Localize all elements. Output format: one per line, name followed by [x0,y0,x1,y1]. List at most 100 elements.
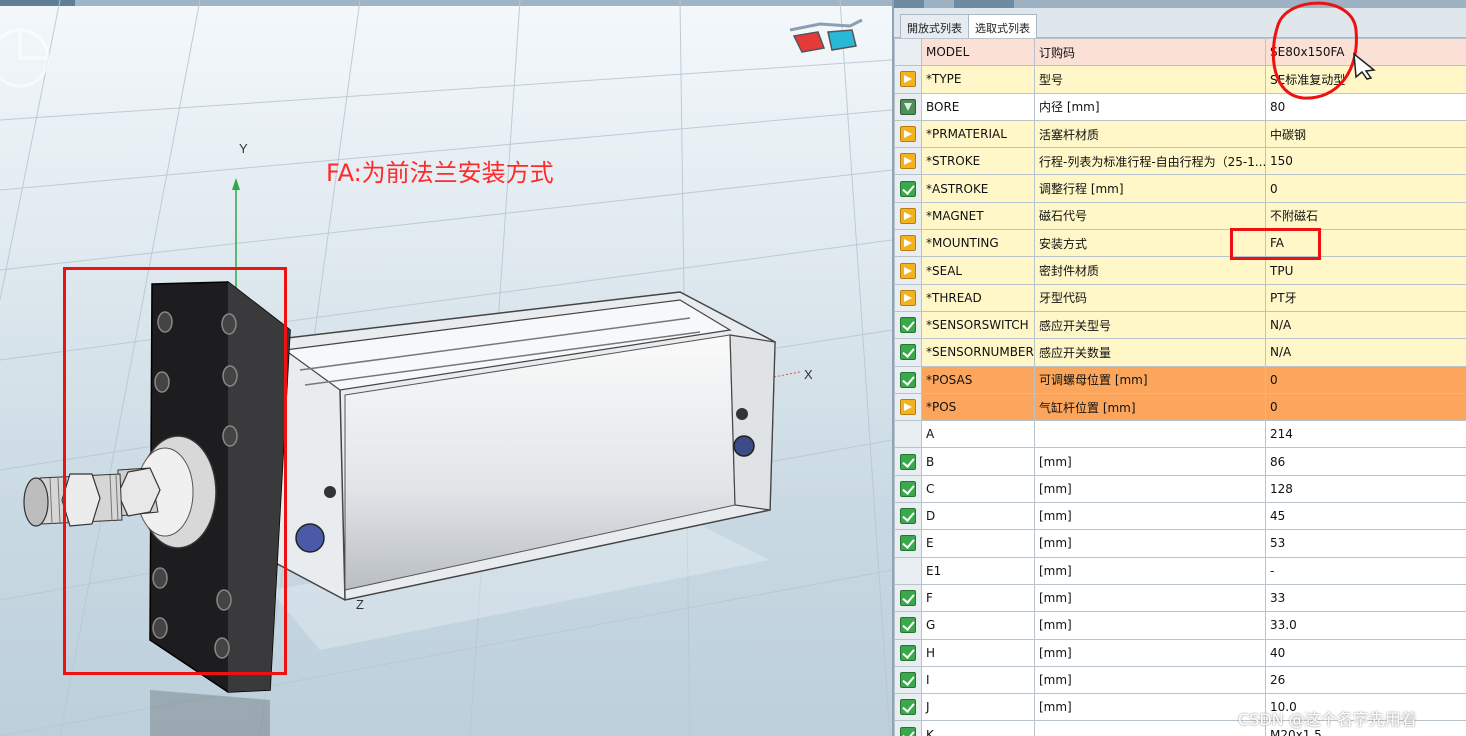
checkbox-checked-icon[interactable] [900,508,916,525]
arrow-right-icon[interactable] [900,207,916,224]
param-value-cell[interactable]: 33.0 [1265,611,1466,640]
table-row[interactable]: I [mm] 26 [894,665,1466,695]
table-row[interactable]: *THREAD 牙型代码 PT牙 [894,283,1466,312]
row-status-cell[interactable] [894,474,922,504]
view-cube-icon[interactable] [0,28,50,88]
row-status-cell[interactable] [894,65,922,94]
arrow-right-icon[interactable] [900,153,916,170]
param-name-cell: A [921,420,1035,449]
table-row[interactable]: *SENSORSWITCH 感应开关型号 N/A [894,310,1466,340]
table-row[interactable]: *PRMATERIAL 活塞杆材质 中碳钢 [894,119,1466,149]
row-status-cell[interactable] [894,665,922,695]
param-value-cell[interactable]: 不附磁石 [1265,201,1466,231]
filter-icon[interactable] [900,98,916,115]
tab-select-list[interactable]: 选取式列表 [968,14,1037,38]
row-status-cell[interactable] [894,420,922,449]
param-value-cell[interactable]: 40 [1265,638,1466,667]
checkbox-checked-icon[interactable] [900,726,916,736]
param-value-cell[interactable]: 128 [1265,474,1466,504]
table-row[interactable]: E1 [mm] - [894,556,1466,585]
checkbox-checked-icon[interactable] [900,453,916,470]
checkbox-checked-icon[interactable] [900,699,916,716]
arrow-right-icon[interactable] [900,262,916,279]
param-desc-cell: [mm] [1034,693,1266,722]
row-status-cell[interactable] [894,447,922,476]
table-row[interactable]: BORE 内径 [mm] 80 [894,92,1466,121]
table-row[interactable]: *SENSORNUMBER 感应开关数量 N/A [894,338,1466,367]
param-value-cell[interactable]: 0 [1265,174,1466,203]
table-row[interactable]: *MAGNET 磁石代号 不附磁石 [894,201,1466,231]
row-status-cell[interactable] [894,147,922,176]
table-row[interactable]: H [mm] 40 [894,638,1466,667]
row-status-cell[interactable] [894,638,922,667]
param-value-cell[interactable]: - [1265,556,1466,585]
row-status-cell[interactable] [894,310,922,340]
table-row[interactable]: F [mm] 33 [894,583,1466,613]
param-value-cell[interactable]: 150 [1265,147,1466,176]
arrow-right-icon[interactable] [900,71,916,88]
arrow-right-icon[interactable] [900,126,916,143]
arrow-right-icon[interactable] [900,289,916,306]
stereo-glasses-icon[interactable] [789,18,863,53]
param-value-cell[interactable]: 53 [1265,529,1466,558]
arrow-right-icon[interactable] [900,399,916,415]
table-row[interactable]: C [mm] 128 [894,474,1466,504]
param-value-cell[interactable]: 0 [1265,365,1466,394]
table-row[interactable]: D [mm] 45 [894,502,1466,531]
table-row[interactable]: A 214 [894,420,1466,449]
row-status-cell[interactable] [894,119,922,149]
param-desc-cell [1034,420,1266,449]
row-status-cell[interactable] [894,583,922,613]
row-status-cell[interactable] [894,256,922,285]
row-status-cell[interactable] [894,365,922,394]
row-status-cell[interactable] [894,229,922,258]
param-value-cell[interactable]: PT牙 [1265,283,1466,312]
3d-viewport[interactable]: Y X Z FA:为前法兰安装方式 [0,0,892,736]
param-value-cell[interactable]: 214 [1265,420,1466,449]
table-row[interactable]: *MOUNTING 安装方式 FA [894,229,1466,258]
table-row[interactable]: G [mm] 33.0 [894,611,1466,640]
table-row[interactable]: *SEAL 密封件材质 TPU [894,256,1466,285]
checkbox-checked-icon[interactable] [900,671,916,688]
param-value-cell[interactable]: 86 [1265,447,1466,476]
checkbox-checked-icon[interactable] [900,535,916,552]
checkbox-checked-icon[interactable] [900,371,916,388]
row-status-cell[interactable] [894,529,922,558]
table-row[interactable]: *POS 气缸杆位置 [mm] 0 [894,392,1466,422]
param-name-cell: *THREAD [921,283,1035,312]
checkbox-checked-icon[interactable] [900,644,916,661]
checkbox-checked-icon[interactable] [900,617,916,634]
checkbox-checked-icon[interactable] [900,180,916,197]
checkbox-checked-icon[interactable] [900,590,916,607]
row-status-cell[interactable] [894,611,922,640]
row-status-cell[interactable] [894,502,922,531]
row-status-cell[interactable] [894,556,922,585]
param-value-cell[interactable]: 0 [1265,392,1466,422]
param-value-cell[interactable]: 中碳钢 [1265,119,1466,149]
tab-open-list[interactable]: 開放式列表 [900,14,969,38]
param-value-cell[interactable]: N/A [1265,338,1466,367]
row-status-cell[interactable] [894,174,922,203]
row-status-cell[interactable] [894,283,922,312]
table-row[interactable]: *ASTROKE 调整行程 [mm] 0 [894,174,1466,203]
checkbox-checked-icon[interactable] [900,317,916,334]
param-value-cell[interactable]: 45 [1265,502,1466,531]
row-status-cell[interactable] [894,693,922,722]
row-status-cell[interactable] [894,37,922,67]
checkbox-checked-icon[interactable] [900,480,916,497]
row-status-cell[interactable] [894,92,922,121]
param-value-cell[interactable]: 26 [1265,665,1466,695]
arrow-right-icon[interactable] [900,235,916,252]
table-row[interactable]: *POSAS 可调螺母位置 [mm] 0 [894,365,1466,394]
row-status-cell[interactable] [894,720,922,736]
param-value-cell[interactable]: TPU [1265,256,1466,285]
table-row[interactable]: E [mm] 53 [894,529,1466,558]
param-value-cell[interactable]: N/A [1265,310,1466,340]
row-status-cell[interactable] [894,201,922,231]
row-status-cell[interactable] [894,338,922,367]
table-row[interactable]: *STROKE 行程-列表为标准行程-自由行程为（25-1... 150 [894,147,1466,176]
table-row[interactable]: B [mm] 86 [894,447,1466,476]
checkbox-checked-icon[interactable] [900,344,916,361]
row-status-cell[interactable] [894,392,922,422]
param-value-cell[interactable]: 33 [1265,583,1466,613]
